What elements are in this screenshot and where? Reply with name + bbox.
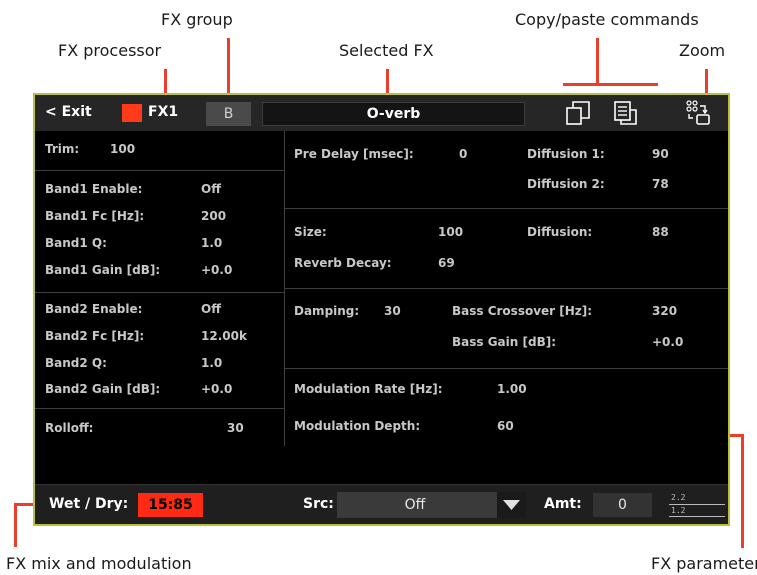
version-top: 2.2 bbox=[671, 493, 686, 502]
callout-line-copy-paste-bar bbox=[563, 83, 658, 86]
selected-fx-field[interactable]: O-verb bbox=[262, 102, 525, 126]
rolloff-value[interactable]: 30 bbox=[227, 421, 244, 435]
band2-q-value[interactable]: 1.0 bbox=[201, 356, 222, 370]
bass-crossover-label: Bass Crossover [Hz]: bbox=[452, 304, 593, 318]
src-dropdown-button[interactable] bbox=[497, 492, 526, 518]
band1-gain-label: Band1 Gain [dB]: bbox=[45, 263, 161, 277]
divider bbox=[284, 288, 728, 289]
callout-line-fx-group bbox=[227, 38, 230, 100]
band1-enable-value[interactable]: Off bbox=[201, 182, 221, 196]
paste-icon[interactable] bbox=[613, 100, 639, 126]
band1-gain-value[interactable]: +0.0 bbox=[201, 263, 232, 277]
triangle-down-icon bbox=[503, 500, 520, 510]
divider bbox=[284, 368, 728, 369]
callout-line-fx-params bbox=[741, 434, 744, 548]
amt-value[interactable]: 0 bbox=[593, 493, 652, 517]
band1-q-label: Band1 Q: bbox=[45, 236, 107, 250]
zoom-icon[interactable] bbox=[685, 100, 711, 126]
band2-enable-label: Band2 Enable: bbox=[45, 302, 143, 316]
divider bbox=[35, 292, 284, 293]
wet-dry-value[interactable]: 15:85 bbox=[138, 493, 203, 517]
fx-editor-screen: < Exit FX1 B O-verb Trim: 100 Band1 Enab… bbox=[33, 93, 730, 526]
divider bbox=[284, 208, 728, 209]
band1-enable-label: Band1 Enable: bbox=[45, 182, 143, 196]
band2-q-label: Band2 Q: bbox=[45, 356, 107, 370]
bass-gain-value[interactable]: +0.0 bbox=[652, 335, 683, 349]
fx-mix-bar: Wet / Dry: 15:85 Src: Off Amt: 0 2.2 1.2 bbox=[35, 484, 728, 524]
callout-copy-paste: Copy/paste commands bbox=[515, 10, 699, 29]
modulation-depth-label: Modulation Depth: bbox=[294, 419, 421, 433]
divider bbox=[35, 170, 284, 171]
band2-gain-label: Band2 Gain [dB]: bbox=[45, 382, 161, 396]
diffusion1-value[interactable]: 90 bbox=[652, 147, 669, 161]
diffusion2-value[interactable]: 78 bbox=[652, 177, 669, 191]
amt-label: Amt: bbox=[544, 496, 582, 512]
fx-group-button[interactable]: B bbox=[206, 102, 251, 126]
trim-value[interactable]: 100 bbox=[110, 142, 135, 156]
band2-enable-value[interactable]: Off bbox=[201, 302, 221, 316]
divider bbox=[669, 504, 725, 505]
diffusion-value[interactable]: 88 bbox=[652, 225, 669, 239]
divider bbox=[669, 516, 725, 517]
size-value[interactable]: 100 bbox=[438, 225, 463, 239]
diffusion2-label: Diffusion 2: bbox=[527, 177, 605, 191]
band1-q-value[interactable]: 1.0 bbox=[201, 236, 222, 250]
wet-dry-label: Wet / Dry: bbox=[49, 496, 129, 512]
band2-gain-value[interactable]: +0.0 bbox=[201, 382, 232, 396]
diffusion1-label: Diffusion 1: bbox=[527, 147, 605, 161]
callout-zoom: Zoom bbox=[679, 41, 726, 60]
callout-fx-processor: FX processor bbox=[58, 41, 162, 60]
callout-fx-params: FX parameters bbox=[651, 554, 757, 573]
divider bbox=[35, 408, 284, 409]
damping-label: Damping: bbox=[294, 304, 360, 318]
fx-parameters-panel: Trim: 100 Band1 Enable: Off Band1 Fc [Hz… bbox=[35, 131, 728, 484]
band1-fc-label: Band1 Fc [Hz]: bbox=[45, 209, 145, 223]
diffusion-label: Diffusion: bbox=[527, 225, 593, 239]
trim-label: Trim: bbox=[45, 142, 80, 156]
reverb-decay-value[interactable]: 69 bbox=[438, 256, 455, 270]
copy-icon[interactable] bbox=[565, 100, 591, 126]
version-indicator: 2.2 1.2 bbox=[669, 491, 725, 519]
pre-delay-value[interactable]: 0 bbox=[459, 147, 467, 161]
fx-processor-label[interactable]: FX1 bbox=[148, 104, 178, 120]
band1-fc-value[interactable]: 200 bbox=[201, 209, 226, 223]
version-bottom: 1.2 bbox=[671, 506, 686, 515]
bass-crossover-value[interactable]: 320 bbox=[652, 304, 677, 318]
bass-gain-label: Bass Gain [dB]: bbox=[452, 335, 556, 349]
callout-line-copy-paste bbox=[596, 38, 599, 84]
band2-fc-label: Band2 Fc [Hz]: bbox=[45, 329, 145, 343]
callout-line-fx-mix bbox=[14, 503, 17, 547]
src-value[interactable]: Off bbox=[337, 492, 493, 518]
src-dropdown[interactable]: Off bbox=[337, 492, 526, 518]
rolloff-label: Rolloff: bbox=[45, 421, 94, 435]
exit-button[interactable]: < Exit bbox=[45, 104, 92, 120]
band2-fc-value[interactable]: 12.00k bbox=[201, 329, 247, 343]
fx-processor-indicator[interactable] bbox=[122, 104, 142, 122]
callout-fx-mix: FX mix and modulation bbox=[6, 554, 192, 573]
pre-delay-label: Pre Delay [msec]: bbox=[294, 147, 414, 161]
callout-fx-group: FX group bbox=[161, 10, 233, 29]
fx-header-bar: < Exit FX1 B O-verb bbox=[35, 95, 728, 131]
damping-value[interactable]: 30 bbox=[384, 304, 401, 318]
modulation-rate-label: Modulation Rate [Hz]: bbox=[294, 382, 443, 396]
modulation-depth-value[interactable]: 60 bbox=[497, 419, 514, 433]
src-label: Src: bbox=[303, 496, 334, 512]
modulation-rate-value[interactable]: 1.00 bbox=[497, 382, 527, 396]
size-label: Size: bbox=[294, 225, 327, 239]
reverb-decay-label: Reverb Decay: bbox=[294, 256, 392, 270]
callout-selected-fx: Selected FX bbox=[339, 41, 434, 60]
